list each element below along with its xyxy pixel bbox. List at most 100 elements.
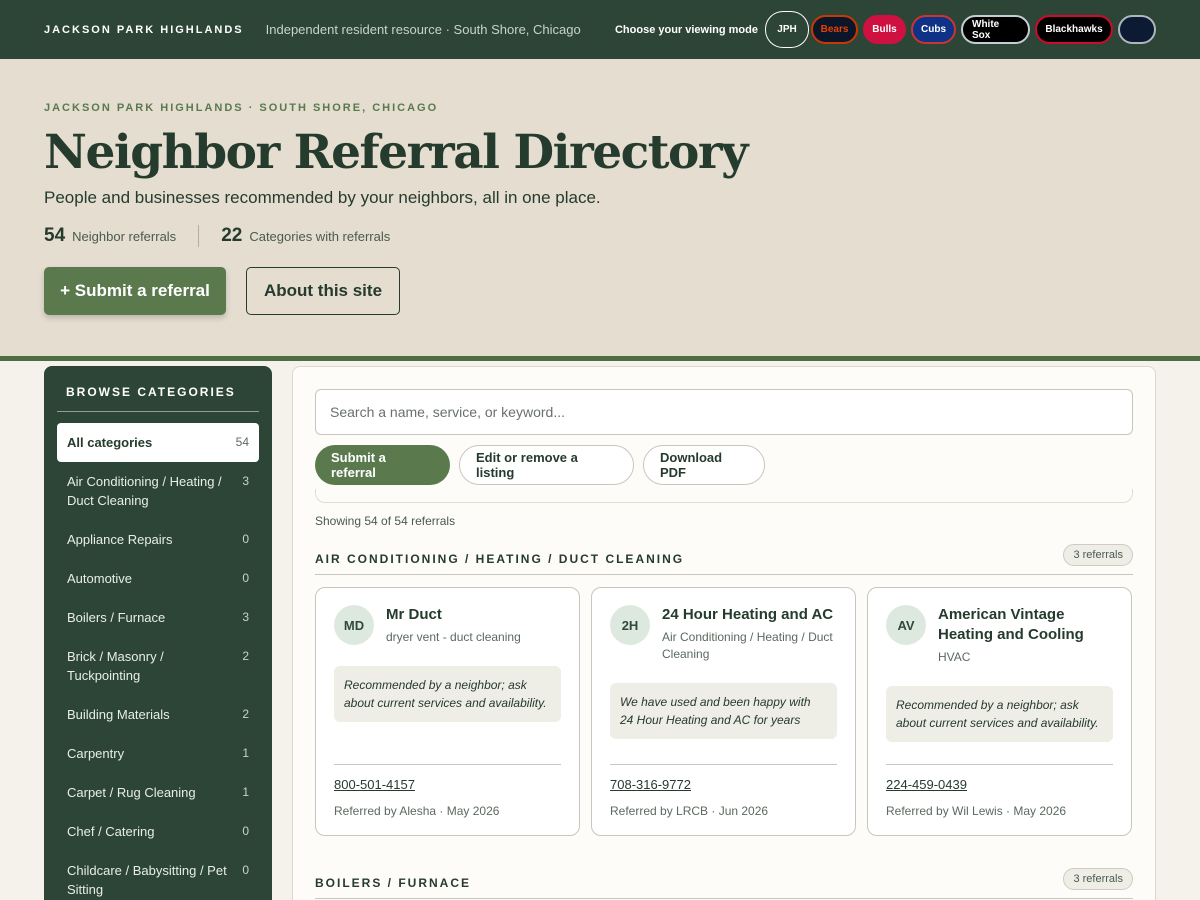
category-label: Brick / Masonry / Tuckpointing xyxy=(67,649,164,683)
category-count: 0 xyxy=(242,532,249,546)
site-tagline: Independent resident resource · South Sh… xyxy=(265,22,581,37)
sidebar-item-automotive[interactable]: Automotive 0 xyxy=(57,559,259,598)
mode-button-bears[interactable]: Bears xyxy=(811,15,858,44)
category-list: All categories 54 Air Conditioning / Heat… xyxy=(57,423,259,900)
card-footer: 224-459-0439 Referred by Wil Lewis · May… xyxy=(886,764,1113,818)
stat-categories: 22 Categories with referrals xyxy=(221,225,390,247)
referrer-info: Referred by Alesha · May 2026 xyxy=(334,804,500,818)
search-input[interactable] xyxy=(315,389,1133,435)
referral-quote: Recommended by a neighbor; ask about cur… xyxy=(334,666,561,722)
category-label: Appliance Repairs xyxy=(67,532,173,547)
category-label: Boilers / Furnace xyxy=(67,610,166,625)
page-subtitle: People and businesses recommended by you… xyxy=(44,188,601,207)
mode-button-white-sox[interactable]: White Sox xyxy=(961,15,1030,44)
referral-card: 2H 24 Hour Heating and AC Air Conditioni… xyxy=(591,587,856,836)
viewing-mode-switcher: JPH Bears Bulls Cubs White Sox Blackhawk… xyxy=(768,14,1156,45)
sidebar-item-brick-masonry[interactable]: Brick / Masonry / Tuckpointing 2 xyxy=(57,637,259,695)
sidebar-item-all-categories[interactable]: All categories 54 xyxy=(57,423,259,462)
stat-referrals: 54 Neighbor referrals xyxy=(44,225,176,247)
section-count-badge: 3 referrals xyxy=(1063,544,1133,566)
referrer-info: Referred by Wil Lewis · May 2026 xyxy=(886,804,1067,818)
mode-button-cubs[interactable]: Cubs xyxy=(911,15,956,44)
section-title: AIR CONDITIONING / HEATING / DUCT CLEANI… xyxy=(315,552,685,566)
section-title: BOILERS / FURNACE xyxy=(315,876,472,890)
sidebar-item-carpet-rug-cleaning[interactable]: Carpet / Rug Cleaning 1 xyxy=(57,773,259,812)
referral-card-grid: MD Mr Duct dryer vent - duct cleaning Re… xyxy=(315,587,1132,836)
card-header: 2H 24 Hour Heating and AC Air Conditioni… xyxy=(610,605,837,663)
avatar: AV xyxy=(886,605,926,645)
category-count: 3 xyxy=(242,474,249,488)
stat-number: 22 xyxy=(221,225,243,246)
card-header: AV American Vintage Heating and Cooling … xyxy=(886,605,1113,666)
download-pdf-button[interactable]: Download PDF xyxy=(643,445,765,485)
card-header: MD Mr Duct dryer vent - duct cleaning xyxy=(334,605,561,646)
sidebar-item-carpentry[interactable]: Carpentry 1 xyxy=(57,734,259,773)
category-count: 54 xyxy=(235,435,249,449)
referral-quote: We have used and been happy with 24 Hour… xyxy=(610,683,837,739)
category-label: Automotive xyxy=(67,571,133,586)
business-category: Air Conditioning / Heating / Duct Cleani… xyxy=(662,630,833,661)
mode-button-jph[interactable]: JPH xyxy=(768,14,806,45)
category-label: Building Materials xyxy=(67,707,170,722)
referral-quote: Recommended by a neighbor; ask about cur… xyxy=(886,686,1113,742)
stat-number: 54 xyxy=(44,225,66,246)
card-footer: 800-501-4157 Referred by Alesha · May 20… xyxy=(334,764,561,818)
card-footer: 708-316-9772 Referred by LRCB · Jun 2026 xyxy=(610,764,837,818)
phone-link[interactable]: 708-316-9772 xyxy=(610,777,691,792)
business-name: American Vintage Heating and Cooling xyxy=(938,606,1084,643)
submit-referral-button[interactable]: + Submit a referral xyxy=(44,267,226,315)
category-count: 1 xyxy=(242,785,249,799)
business-name: 24 Hour Heating and AC xyxy=(662,606,834,623)
mode-button-blackhawks[interactable]: Blackhawks xyxy=(1035,15,1113,44)
referral-card: AV American Vintage Heating and Cooling … xyxy=(867,587,1132,836)
avatar: 2H xyxy=(610,605,650,645)
sidebar-item-building-materials[interactable]: Building Materials 2 xyxy=(57,695,259,734)
sidebar-heading: BROWSE CATEGORIES xyxy=(57,366,259,412)
viewing-mode-label: Choose your viewing mode xyxy=(614,23,758,36)
category-count: 1 xyxy=(242,746,249,760)
directory-panel: Submit a referral Edit or remove a listi… xyxy=(292,366,1156,900)
directory-actions: Submit a referral Edit or remove a listi… xyxy=(315,445,765,485)
avatar: MD xyxy=(334,605,374,645)
referrer-info: Referred by LRCB · Jun 2026 xyxy=(610,804,769,818)
category-count: 0 xyxy=(242,571,249,585)
hero-stats: 54 Neighbor referrals 22 Categories with… xyxy=(44,225,390,247)
category-count: 3 xyxy=(242,610,249,624)
section-header-boilers-furnace: BOILERS / FURNACE 3 referrals xyxy=(315,868,1133,899)
mode-button-bulls[interactable]: Bulls xyxy=(863,15,906,44)
phone-link[interactable]: 800-501-4157 xyxy=(334,777,415,792)
top-bar: JACKSON PARK HIGHLANDS Independent resid… xyxy=(0,0,1200,59)
sidebar-item-appliance-repairs[interactable]: Appliance Repairs 0 xyxy=(57,520,259,559)
phone-link[interactable]: 224-459-0439 xyxy=(886,777,967,792)
stat-label: Categories with referrals xyxy=(249,229,391,244)
results-count: Showing 54 of 54 referrals xyxy=(315,514,456,528)
page-title: Neighbor Referral Directory xyxy=(44,125,748,180)
about-site-button[interactable]: About this site xyxy=(246,267,400,315)
business-category: HVAC xyxy=(938,650,971,664)
sidebar-item-chef-catering[interactable]: Chef / Catering 0 xyxy=(57,812,259,851)
sidebar-item-boilers-furnace[interactable]: Boilers / Furnace 3 xyxy=(57,598,259,637)
category-label: Childcare / Babysitting / Pet Sitting xyxy=(67,863,227,897)
category-label: All categories xyxy=(67,435,153,450)
card-title-group: American Vintage Heating and Cooling HVA… xyxy=(938,605,1113,666)
sidebar-item-childcare[interactable]: Childcare / Babysitting / Pet Sitting 0 xyxy=(57,851,259,900)
category-label: Carpentry xyxy=(67,746,125,761)
hero-section: JACKSON PARK HIGHLANDS · SOUTH SHORE, CH… xyxy=(0,59,1200,361)
site-brand[interactable]: JACKSON PARK HIGHLANDS xyxy=(44,24,244,36)
submit-referral-action-button[interactable]: Submit a referral xyxy=(315,445,450,485)
category-sidebar: BROWSE CATEGORIES All categories 54 Air C… xyxy=(44,366,272,900)
mode-button-dark[interactable] xyxy=(1118,15,1156,44)
category-count: 2 xyxy=(242,649,249,663)
edit-listing-button[interactable]: Edit or remove a listing xyxy=(459,445,634,485)
category-count: 0 xyxy=(242,863,249,877)
section-header-air-conditioning: AIR CONDITIONING / HEATING / DUCT CLEANI… xyxy=(315,544,1133,575)
actions-divider xyxy=(315,489,1133,503)
category-label: Chef / Catering xyxy=(67,824,155,839)
stat-divider xyxy=(198,225,200,247)
card-title-group: 24 Hour Heating and AC Air Conditioning … xyxy=(662,605,837,663)
category-label: Carpet / Rug Cleaning xyxy=(67,785,196,800)
card-title-group: Mr Duct dryer vent - duct cleaning xyxy=(386,605,521,646)
sidebar-item-air-conditioning[interactable]: Air Conditioning / Heating / Duct Cleani… xyxy=(57,462,259,520)
category-count: 0 xyxy=(242,824,249,838)
hero-eyebrow: JACKSON PARK HIGHLANDS · SOUTH SHORE, CH… xyxy=(44,102,439,114)
